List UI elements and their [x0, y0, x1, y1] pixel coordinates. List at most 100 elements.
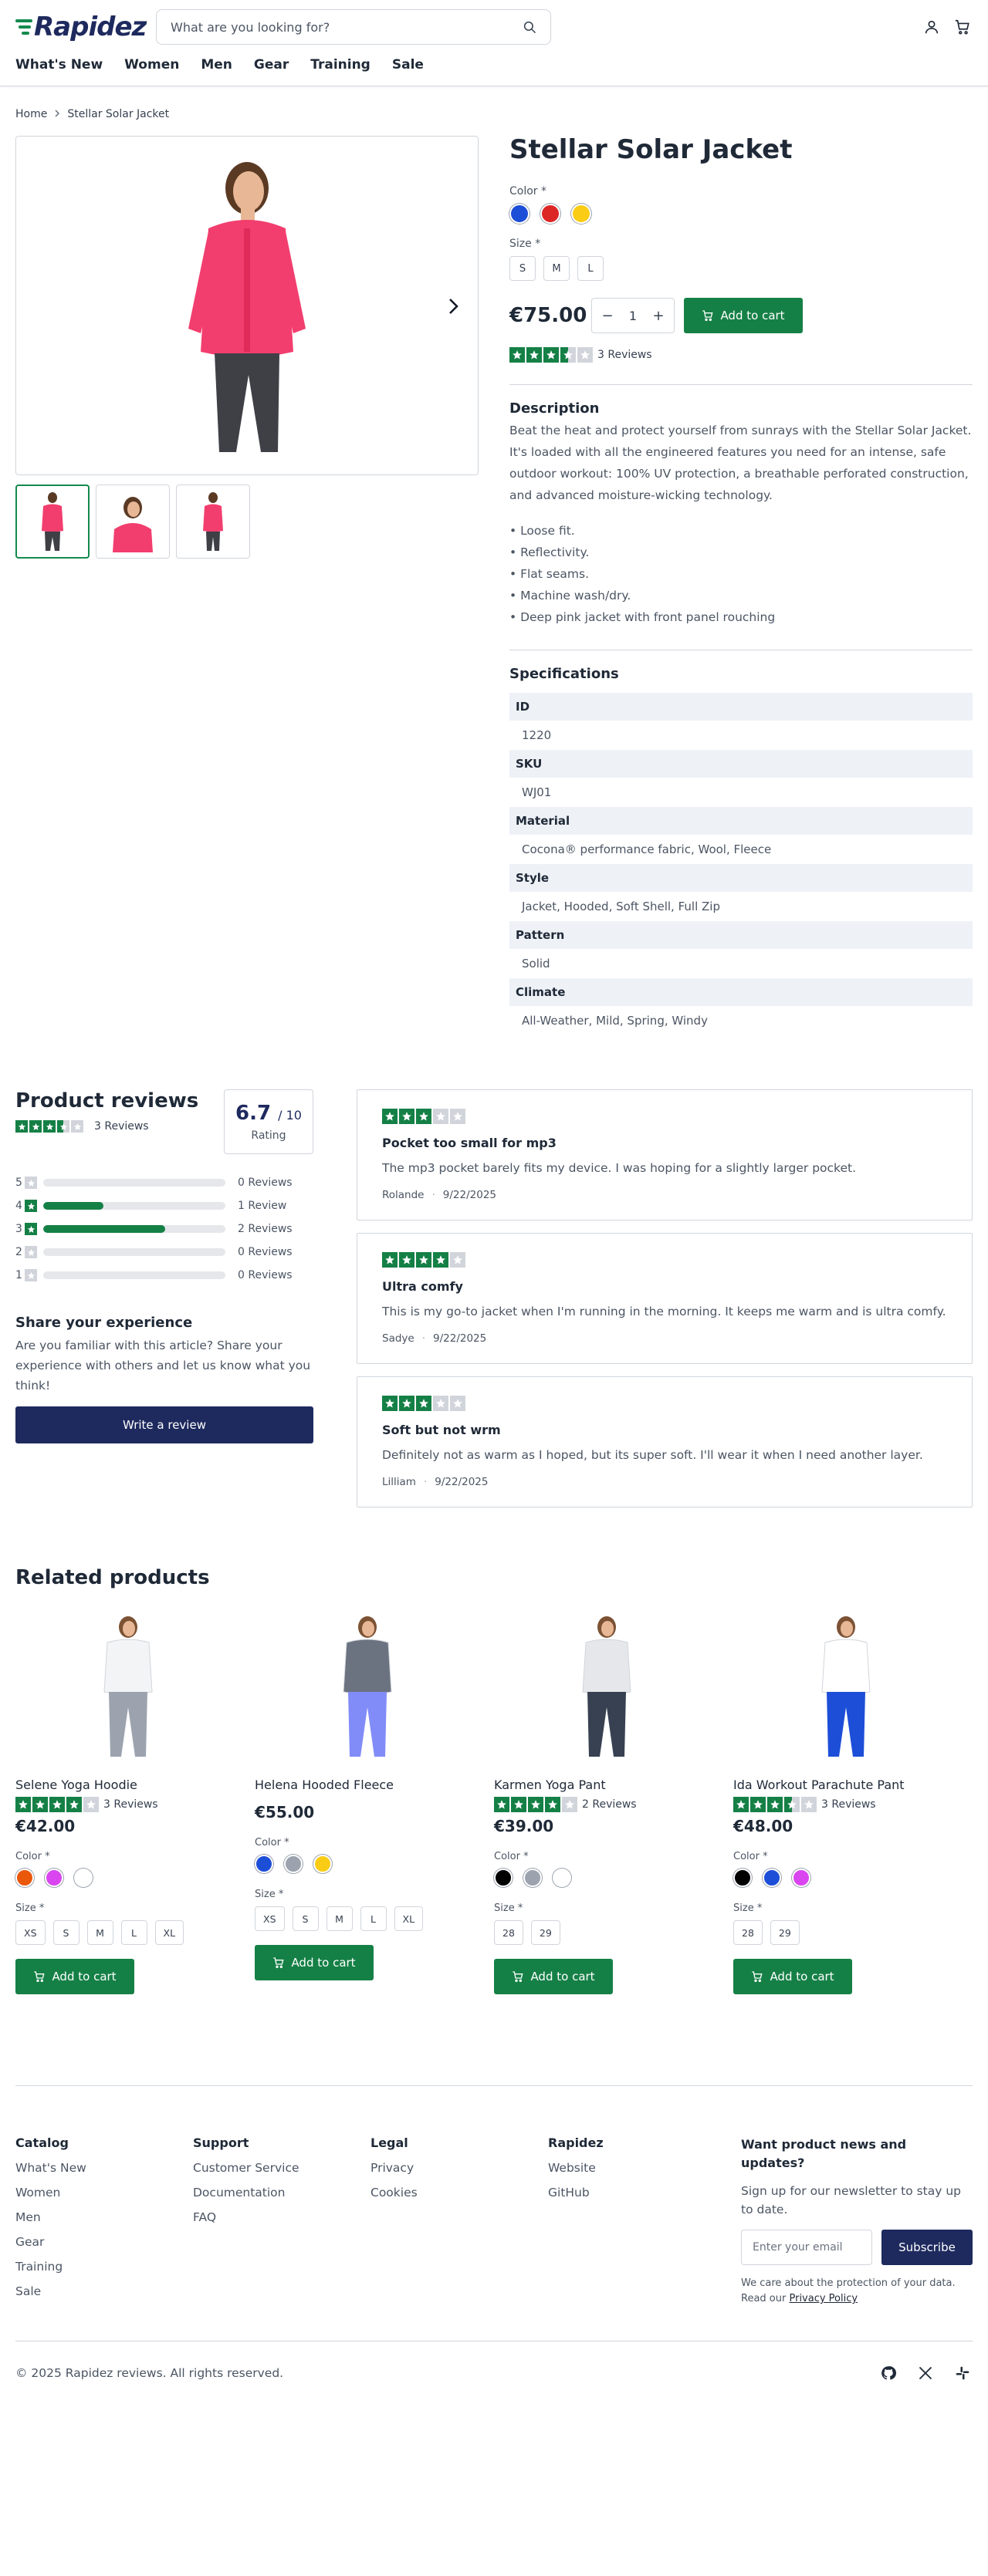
size-option[interactable]: 28: [494, 1920, 523, 1945]
footer-link[interactable]: Men: [15, 2210, 193, 2224]
size-option[interactable]: S: [292, 1906, 319, 1931]
logo[interactable]: Rapidez: [15, 10, 148, 44]
product-rating[interactable]: 3 Reviews: [509, 347, 973, 363]
add-to-cart-button[interactable]: Add to cart: [733, 1959, 852, 1994]
color-swatch[interactable]: [15, 1869, 34, 1887]
size-option[interactable]: XL: [394, 1906, 424, 1931]
nav-item[interactable]: What's New: [15, 57, 103, 73]
add-to-cart-button[interactable]: Add to cart: [494, 1959, 613, 1994]
search-icon[interactable]: [519, 17, 540, 37]
nav-item[interactable]: Training: [310, 57, 370, 73]
review-body: This is my go-to jacket when I'm running…: [382, 1305, 946, 1318]
color-swatch[interactable]: [733, 1869, 752, 1887]
thumbnail-3[interactable]: [176, 484, 250, 559]
product-name[interactable]: Karmen Yoga Pant: [494, 1778, 733, 1792]
footer-link[interactable]: Documentation: [193, 2186, 370, 2200]
size-option[interactable]: 29: [530, 1920, 560, 1945]
star-icon: [450, 1252, 465, 1268]
x-icon[interactable]: [915, 2363, 936, 2383]
size-option[interactable]: 28: [733, 1920, 763, 1945]
color-swatch[interactable]: [540, 204, 560, 224]
reviews-count: 3 Reviews: [821, 1798, 876, 1811]
footer-link[interactable]: What's New: [15, 2161, 193, 2175]
cart-icon[interactable]: [952, 17, 973, 37]
color-swatch[interactable]: [255, 1855, 273, 1873]
qty-value[interactable]: 1: [624, 309, 642, 323]
footer-link[interactable]: Gear: [15, 2235, 193, 2249]
subscribe-button[interactable]: Subscribe: [881, 2230, 973, 2265]
thumbnail-2[interactable]: [96, 484, 170, 559]
footer-link[interactable]: Cookies: [370, 2186, 548, 2200]
size-option[interactable]: L: [360, 1906, 387, 1931]
color-swatch[interactable]: [763, 1869, 781, 1887]
size-option[interactable]: S: [509, 256, 536, 281]
product-name[interactable]: Helena Hooded Fleece: [255, 1778, 494, 1792]
color-swatch[interactable]: [284, 1855, 303, 1873]
site-header: Rapidez What's New Women Men Gear Training Sa…: [0, 0, 988, 86]
rating-bar: [43, 1225, 225, 1233]
product-image[interactable]: [15, 1611, 241, 1765]
color-swatch[interactable]: [792, 1869, 810, 1887]
account-icon[interactable]: [922, 17, 942, 37]
footer-link[interactable]: FAQ: [193, 2210, 370, 2224]
qty-increase-button[interactable]: +: [649, 308, 668, 324]
privacy-policy-link[interactable]: Privacy Policy: [789, 2293, 858, 2304]
add-to-cart-button[interactable]: Add to cart: [684, 298, 803, 333]
color-swatch[interactable]: [45, 1869, 63, 1887]
nav-item[interactable]: Sale: [392, 57, 424, 73]
size-option[interactable]: M: [326, 1906, 353, 1931]
star-icon: [545, 1797, 560, 1812]
thumbnail-1[interactable]: [15, 484, 90, 559]
footer-link[interactable]: GitHub: [548, 2186, 726, 2200]
color-swatch[interactable]: [553, 1869, 571, 1887]
color-swatch[interactable]: [313, 1855, 332, 1873]
star-icon: [399, 1396, 414, 1411]
next-image-arrow-icon[interactable]: [442, 295, 464, 317]
add-to-cart-button[interactable]: Add to cart: [255, 1945, 374, 1980]
add-to-cart-label: Add to cart: [720, 309, 785, 322]
search-bar[interactable]: [156, 9, 551, 45]
size-option[interactable]: S: [52, 1920, 80, 1945]
breadcrumb-home[interactable]: Home: [15, 108, 47, 120]
footer-link[interactable]: Training: [15, 2260, 193, 2274]
size-option[interactable]: 29: [770, 1920, 800, 1945]
footer-link[interactable]: Privacy: [370, 2161, 548, 2175]
add-to-cart-button[interactable]: Add to cart: [15, 1959, 134, 1994]
product-image[interactable]: [494, 1611, 719, 1765]
size-option[interactable]: L: [120, 1920, 147, 1945]
footer-link[interactable]: Website: [548, 2161, 726, 2175]
nav-item[interactable]: Women: [124, 57, 179, 73]
email-input[interactable]: [741, 2230, 872, 2265]
footer-link[interactable]: Sale: [15, 2284, 193, 2298]
size-option[interactable]: XS: [255, 1906, 285, 1931]
color-swatch[interactable]: [74, 1869, 93, 1887]
cart-icon: [34, 1971, 45, 1982]
color-swatch[interactable]: [494, 1869, 513, 1887]
size-option[interactable]: XS: [15, 1920, 46, 1945]
color-swatch[interactable]: [571, 204, 591, 224]
write-review-button[interactable]: Write a review: [15, 1406, 313, 1443]
size-option[interactable]: L: [577, 256, 604, 281]
search-input[interactable]: [171, 19, 519, 35]
description-text: Beat the heat and protect yourself from …: [509, 424, 972, 502]
size-option[interactable]: XL: [154, 1920, 184, 1945]
product-image[interactable]: [733, 1611, 959, 1765]
footer-link[interactable]: Customer Service: [193, 2161, 370, 2175]
product-name[interactable]: Selene Yoga Hoodie: [15, 1778, 255, 1792]
footer-link[interactable]: Women: [15, 2186, 193, 2200]
color-swatch[interactable]: [523, 1869, 542, 1887]
slack-icon[interactable]: [952, 2363, 973, 2383]
color-swatch[interactable]: [509, 204, 530, 224]
product-main-image[interactable]: [15, 136, 479, 475]
size-option[interactable]: M: [86, 1920, 113, 1945]
product-image[interactable]: [255, 1611, 480, 1765]
review-author: Sadye: [382, 1332, 414, 1345]
main-nav: What's New Women Men Gear Training Sale: [15, 54, 973, 86]
size-option[interactable]: M: [543, 256, 570, 281]
nav-item[interactable]: Gear: [254, 57, 289, 73]
github-icon[interactable]: [878, 2363, 898, 2383]
qty-decrease-button[interactable]: −: [598, 308, 617, 324]
rating-stars: [382, 1109, 465, 1124]
nav-item[interactable]: Men: [201, 57, 232, 73]
product-name[interactable]: Ida Workout Parachute Pant: [733, 1778, 973, 1792]
